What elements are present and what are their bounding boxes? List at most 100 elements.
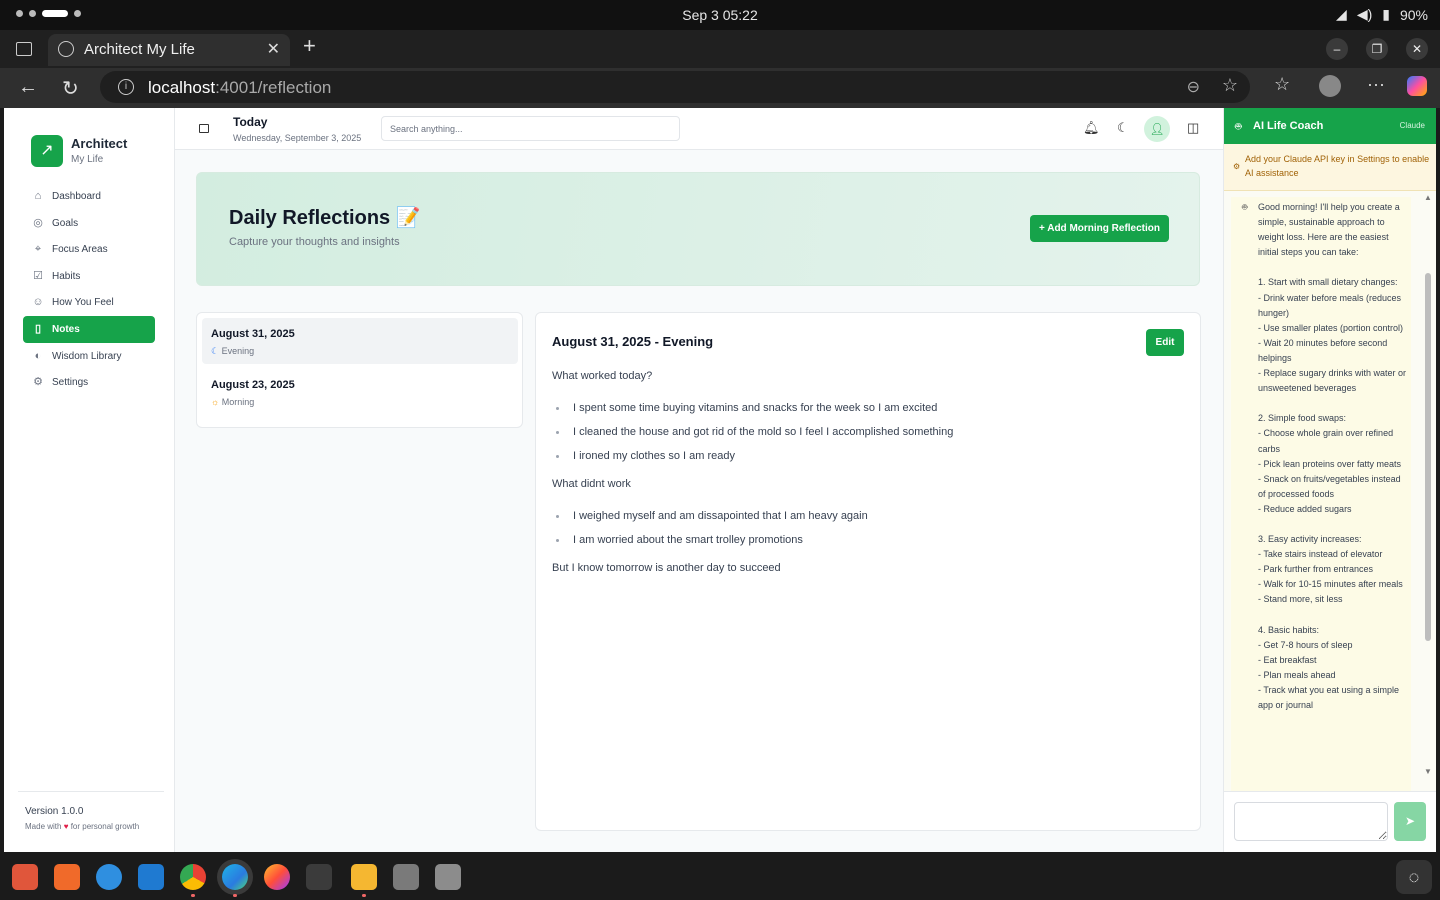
terminal-app-icon[interactable]	[306, 864, 332, 890]
brand-name: Architect	[71, 136, 128, 151]
system-tray[interactable]: ◢ ◀) ▮ 90%	[1336, 6, 1428, 23]
close-tab-icon[interactable]: ✕	[267, 39, 280, 59]
files-app-icon[interactable]	[12, 864, 38, 890]
sidebar-item-notes[interactable]: ▯ Notes	[23, 315, 155, 343]
reload-icon[interactable]: ↻	[62, 76, 79, 101]
bell-icon[interactable]: 🔔︎	[1083, 120, 1100, 136]
list-item: I ironed my clothes so I am ready	[552, 449, 1172, 473]
chat-input-row: ➤	[1224, 791, 1436, 852]
page-subtitle: Capture your thoughts and insights	[229, 236, 400, 248]
sidebar-item-dashboard[interactable]: ⌂ Dashboard	[23, 183, 155, 210]
sidebar-item-label: Goals	[52, 217, 79, 229]
sidebar-item-label: Dashboard	[52, 191, 101, 202]
list-item: I weighed myself and am dissapointed tha…	[552, 509, 1172, 533]
reflections-hero: Daily Reflections 📝 Capture your thought…	[196, 172, 1200, 286]
user-avatar[interactable]: 👤︎	[1144, 116, 1170, 142]
moon-icon[interactable]: ☾	[1117, 120, 1129, 136]
moon-icon: ☾	[211, 346, 220, 356]
browser-tab-active[interactable]: Architect My Life ✕	[48, 34, 290, 66]
vscode-app-icon[interactable]	[138, 864, 164, 890]
sidebar-item-label: Habits	[52, 270, 81, 282]
firefox-app-icon[interactable]	[264, 864, 290, 890]
trash-app-icon[interactable]	[435, 864, 461, 890]
zoom-icon[interactable]: ⊖	[1187, 77, 1200, 97]
panel-toggle-icon[interactable]: ◫	[1187, 120, 1199, 136]
settings-small-icon: ⚙	[1233, 162, 1241, 171]
app-center-icon[interactable]	[54, 864, 80, 890]
scroll-up-icon[interactable]: ▲	[1424, 193, 1432, 202]
assistant-message: 🤖︎ Good morning! I'll help you create a …	[1231, 197, 1411, 791]
chat-scrollbar[interactable]: ▲ ▼	[1424, 191, 1434, 785]
sidebar-item-label: Focus Areas	[52, 244, 108, 256]
address-bar[interactable]: i localhost:4001/reflection ⊖ ☆	[100, 71, 1250, 103]
more-options-icon[interactable]: ···	[1367, 74, 1385, 95]
chrome-app-icon[interactable]	[180, 864, 206, 897]
chat-input[interactable]	[1234, 802, 1388, 841]
send-button[interactable]: ➤	[1394, 802, 1426, 841]
sidebar-item-how-you-feel[interactable]: ☺ How You Feel	[23, 289, 155, 316]
new-tab-icon[interactable]: +	[303, 33, 316, 59]
sidebar-nav: ⌂ Dashboard ◎ Goals ⌖ Focus Areas ☑ Habits ☺ How …	[23, 183, 155, 396]
bot-small-icon: 🤖︎	[1242, 202, 1248, 212]
edge-app-icon[interactable]	[222, 864, 248, 897]
ai-coach-header: 🤖︎ AI Life Coach Claude	[1224, 108, 1436, 144]
ai-coach-panel: 🤖︎ AI Life Coach Claude ⚙ Add your Claud…	[1223, 108, 1436, 852]
sidebar-item-habits[interactable]: ☑ Habits	[23, 263, 155, 290]
worked-list: I spent some time buying vitamins and sn…	[552, 401, 1172, 473]
today-date: Wednesday, September 3, 2025	[233, 133, 362, 143]
reflection-entry[interactable]: August 31, 2025 ☾ Evening	[202, 318, 518, 364]
notes-app-icon[interactable]	[351, 864, 377, 897]
vertical-tabs-icon[interactable]	[16, 42, 32, 56]
ubuntu-apps-icon[interactable]: ◌	[1396, 860, 1432, 894]
question-didnt-work: What didnt work	[552, 478, 631, 490]
wifi-icon: ◢	[1336, 6, 1347, 22]
sidebar-toggle-icon[interactable]	[199, 124, 209, 133]
site-info-icon[interactable]: i	[118, 79, 134, 95]
scroll-thumb[interactable]	[1425, 273, 1431, 641]
reflection-title: August 31, 2025 - Evening	[552, 334, 714, 349]
how-you-feel-icon: ☺	[32, 296, 44, 309]
notes-icon: ▯	[34, 322, 42, 335]
focus-areas-icon: ⌖	[34, 243, 42, 256]
help-app-icon[interactable]	[96, 864, 122, 890]
entry-type: ☼ Morning	[211, 397, 255, 407]
send-icon: ➤	[1404, 814, 1416, 828]
page-title: Daily Reflections 📝	[229, 207, 421, 229]
profile-avatar[interactable]	[1319, 75, 1341, 97]
today-label: Today	[233, 115, 268, 129]
favorite-star-icon[interactable]: ☆	[1222, 75, 1238, 96]
browser-toolbar: ← ↻ i localhost:4001/reflection ⊖ ☆ ☆ ··…	[0, 68, 1440, 108]
edit-button[interactable]: Edit	[1146, 329, 1184, 356]
sidebar-item-settings[interactable]: ⚙ Settings	[23, 369, 155, 396]
made-with-label: Made with ♥ for personal growth	[25, 822, 140, 831]
list-item: I cleaned the house and got rid of the m…	[552, 425, 1172, 449]
sidebar-item-focus-areas[interactable]: ⌖ Focus Areas	[23, 236, 155, 263]
dashboard-icon: ⌂	[34, 190, 42, 202]
model-tag: Claude	[1399, 121, 1425, 130]
os-clock[interactable]: Sep 3 05:22	[0, 7, 1440, 23]
add-morning-reflection-button[interactable]: + Add Morning Reflection	[1030, 215, 1169, 242]
reflection-entry[interactable]: August 23, 2025 ☼ Morning	[202, 369, 518, 415]
copilot-icon[interactable]	[1407, 76, 1427, 96]
text-editor-app-icon[interactable]	[393, 864, 419, 890]
sidebar-item-wisdom-library[interactable]: ◐ Wisdom Library	[23, 343, 155, 370]
url-text[interactable]: localhost:4001/reflection	[148, 78, 331, 98]
sidebar-item-label: Notes	[52, 323, 80, 335]
back-arrow-icon[interactable]: ←	[18, 76, 38, 99]
search-input[interactable]	[381, 116, 680, 141]
scroll-down-icon[interactable]: ▼	[1424, 767, 1432, 776]
sidebar-item-label: Settings	[52, 377, 89, 389]
restore-button[interactable]: ❐	[1366, 38, 1388, 60]
list-item: I am worried about the smart trolley pro…	[552, 533, 1172, 557]
close-window-button[interactable]: ✕	[1406, 38, 1428, 60]
sidebar-item-goals[interactable]: ◎ Goals	[23, 210, 155, 237]
chat-messages[interactable]: 🤖︎ Good morning! I'll help you create a …	[1224, 191, 1436, 791]
top-header: Today Wednesday, September 3, 2025 🔔︎ ☾ …	[175, 108, 1223, 150]
browser-tab-bar: Architect My Life ✕ + – ❐ ✕	[0, 30, 1440, 68]
minimize-button[interactable]: –	[1326, 38, 1348, 60]
favorites-icon[interactable]: ☆	[1274, 74, 1290, 95]
brand-subtitle: My Life	[71, 154, 104, 165]
entry-date: August 31, 2025	[211, 328, 295, 340]
version-label: Version 1.0.0	[25, 806, 84, 817]
trending-up-logo-icon: ↗	[31, 135, 63, 167]
